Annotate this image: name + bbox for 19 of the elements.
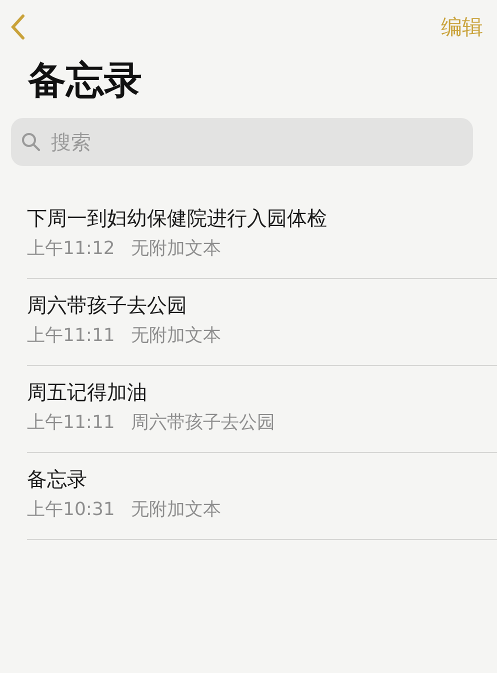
note-time: 上午11:12 — [27, 237, 115, 260]
note-title: 下周一到妇幼保健院进行入园体检 — [27, 205, 328, 232]
note-time: 上午11:11 — [27, 324, 115, 348]
note-item[interactable]: 周五记得加油 上午11:11 周六带孩子去公园 — [27, 366, 497, 453]
note-preview: 无附加文本 — [130, 498, 221, 522]
note-item[interactable]: 下周一到妇幼保健院进行入园体检 上午11:12 无附加文本 — [27, 192, 497, 279]
note-item[interactable]: 周六带孩子去公园 上午11:11 无附加文本 — [27, 278, 497, 366]
note-title: 周五记得加油 — [27, 379, 148, 406]
page-title: 备忘录 — [28, 58, 143, 104]
chevron-left-icon — [11, 14, 25, 40]
note-title: 备忘录 — [27, 466, 88, 494]
search-field[interactable]: 搜索 — [11, 118, 473, 166]
note-preview: 无附加文本 — [130, 324, 221, 348]
note-time: 上午11:11 — [27, 411, 115, 434]
note-time: 上午10:31 — [27, 498, 115, 522]
note-title: 周六带孩子去公园 — [27, 292, 188, 320]
note-item[interactable]: 备忘录 上午10:31 无附加文本 — [27, 452, 497, 540]
note-preview: 周六带孩子去公园 — [130, 411, 275, 434]
note-preview: 无附加文本 — [130, 237, 221, 260]
